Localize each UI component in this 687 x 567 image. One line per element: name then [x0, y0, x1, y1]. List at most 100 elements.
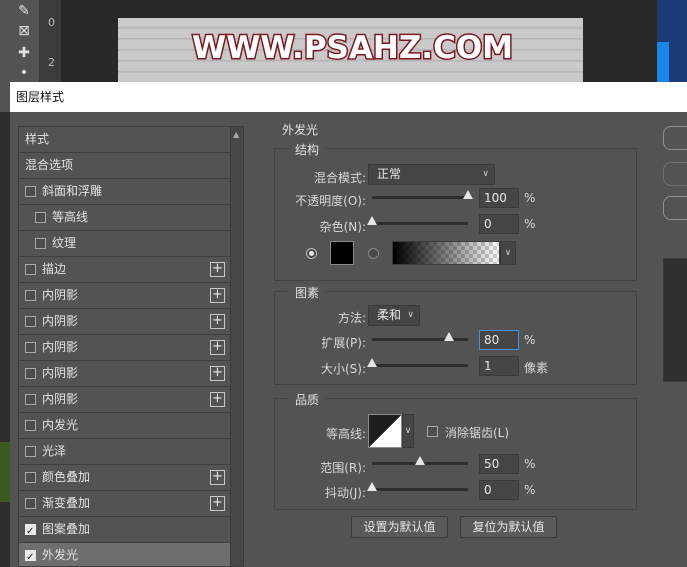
spread-input[interactable]: 80	[479, 330, 519, 350]
noise-slider[interactable]	[367, 216, 468, 225]
technique-label: 方法:	[337, 311, 366, 325]
spread-slider-thumb[interactable]	[443, 332, 454, 341]
chevron-down-icon: ∨	[482, 169, 489, 179]
brush-tool-icon[interactable]: ✎	[14, 2, 34, 20]
ok-button[interactable]	[663, 126, 687, 150]
opacity-input[interactable]: 100	[479, 188, 519, 208]
range-input[interactable]: 50	[479, 454, 519, 474]
style-list-item[interactable]: 内阴影 +	[19, 387, 243, 413]
glow-color-swatch[interactable]	[330, 241, 354, 265]
add-effect-plus-icon[interactable]: +	[210, 366, 225, 381]
frame-tool-icon[interactable]: ⊠	[14, 22, 34, 40]
make-default-button[interactable]: 设置为默认值	[351, 516, 448, 538]
style-checkbox[interactable]	[25, 290, 36, 301]
style-checkbox[interactable]	[25, 342, 36, 353]
style-checkbox[interactable]	[25, 368, 36, 379]
size-input[interactable]: 1	[479, 356, 519, 376]
contour-preview[interactable]	[368, 414, 402, 448]
style-list-item[interactable]: 光泽	[19, 439, 243, 465]
style-checkbox[interactable]	[35, 212, 46, 223]
style-list-item[interactable]: 样式	[19, 127, 243, 153]
opacity-slider-thumb[interactable]	[463, 190, 473, 199]
style-checkbox[interactable]	[35, 238, 46, 249]
range-slider-thumb[interactable]	[415, 456, 425, 465]
style-checkbox[interactable]	[25, 420, 36, 431]
add-effect-plus-icon[interactable]: +	[210, 496, 225, 511]
style-checkbox[interactable]	[25, 446, 36, 457]
noise-percent: %	[524, 217, 536, 231]
style-list-label: 颜色叠加	[42, 470, 91, 484]
chevron-down-icon[interactable]: ∨	[500, 241, 516, 265]
style-checkbox[interactable]	[25, 472, 36, 483]
style-list-item[interactable]: 内发光	[19, 413, 243, 439]
style-list-item[interactable]: 图案叠加	[19, 517, 243, 544]
add-effect-plus-icon[interactable]: +	[210, 288, 225, 303]
style-list-item[interactable]: 内阴影 +	[19, 309, 243, 335]
style-list-item[interactable]: 内阴影 +	[19, 283, 243, 309]
style-checkbox[interactable]	[25, 264, 36, 275]
contour-label: 等高线:	[325, 427, 366, 441]
style-list-label: 内阴影	[42, 340, 79, 354]
technique-select[interactable]: 柔和 ∨	[368, 305, 420, 326]
style-list-label: 图案叠加	[42, 522, 91, 536]
section-title: 外发光	[276, 121, 325, 138]
style-checkbox[interactable]	[25, 498, 36, 509]
reset-default-button[interactable]: 复位为默认值	[460, 516, 557, 538]
style-list-label: 斜面和浮雕	[42, 184, 103, 198]
style-checkbox[interactable]	[25, 316, 36, 327]
vertical-ruler: 0 2	[40, 0, 62, 82]
style-checkbox[interactable]	[25, 519, 36, 544]
new-style-button[interactable]	[663, 196, 687, 220]
gradient-radio[interactable]	[368, 248, 379, 259]
styles-list: 样式 混合选项 斜面和浮雕 等高线 纹理 描边 + 内阴影 + 内阴影 + 内阴影 + 内阴影 + 内阴影 + 内…	[18, 126, 244, 567]
style-list-label: 渐变叠加	[42, 496, 91, 510]
noise-input[interactable]: 0	[479, 214, 519, 234]
add-effect-plus-icon[interactable]: +	[210, 392, 225, 407]
style-list-item[interactable]: 渐变叠加 +	[19, 491, 243, 517]
range-slider[interactable]	[372, 456, 468, 465]
scroll-up-icon[interactable]: ▲	[233, 130, 239, 139]
tools-panel: ✎ ⊠ ✚ •	[0, 0, 40, 82]
style-checkbox[interactable]	[25, 545, 36, 566]
style-list-item[interactable]: 纹理	[19, 231, 243, 257]
styles-list-scrollbar[interactable]: ▲	[230, 127, 243, 566]
jitter-input[interactable]: 0	[479, 480, 519, 500]
range-percent: %	[524, 457, 536, 471]
healing-tool-icon[interactable]: ✚	[14, 44, 34, 62]
stamp-tool-icon[interactable]: •	[14, 64, 34, 82]
add-effect-plus-icon[interactable]: +	[210, 262, 225, 277]
size-slider[interactable]	[367, 358, 468, 367]
style-list-item[interactable]: 颜色叠加 +	[19, 465, 243, 491]
style-list-item[interactable]: 内阴影 +	[19, 361, 243, 387]
add-effect-plus-icon[interactable]: +	[210, 470, 225, 485]
style-checkbox[interactable]	[25, 186, 36, 197]
style-list-item[interactable]: 等高线	[19, 205, 243, 231]
color-radio[interactable]	[306, 248, 317, 259]
noise-slider-thumb[interactable]	[367, 216, 377, 225]
jitter-label: 抖动(J):	[325, 486, 366, 500]
canvas-text: WWW.PSAHZ.COM	[190, 29, 514, 68]
style-list-item[interactable]: 混合选项	[19, 153, 243, 179]
gradient-swatch[interactable]	[392, 241, 500, 265]
size-slider-thumb[interactable]	[367, 358, 377, 367]
spread-slider[interactable]	[372, 332, 468, 341]
antialias-checkbox[interactable]	[427, 426, 438, 437]
style-list-label: 内发光	[42, 418, 79, 432]
style-checkbox[interactable]	[25, 394, 36, 405]
blend-mode-select[interactable]: 正常 ∨	[368, 164, 495, 185]
jitter-slider[interactable]	[367, 482, 468, 491]
style-list-item[interactable]: 描边 +	[19, 257, 243, 283]
style-list-item[interactable]: 内阴影 +	[19, 335, 243, 361]
cancel-button[interactable]	[663, 162, 687, 186]
add-effect-plus-icon[interactable]: +	[210, 340, 225, 355]
chevron-down-icon[interactable]: ∨	[402, 414, 414, 448]
opacity-slider[interactable]	[372, 190, 473, 199]
style-list-item[interactable]: 斜面和浮雕	[19, 179, 243, 205]
style-list-item[interactable]: 外发光	[19, 543, 243, 566]
style-list-label: 内阴影	[42, 392, 79, 406]
noise-label: 杂色(N):	[319, 220, 366, 234]
spread-label: 扩展(P):	[321, 336, 366, 350]
jitter-slider-thumb[interactable]	[367, 482, 377, 491]
add-effect-plus-icon[interactable]: +	[210, 314, 225, 329]
chevron-down-icon: ∨	[407, 310, 414, 320]
